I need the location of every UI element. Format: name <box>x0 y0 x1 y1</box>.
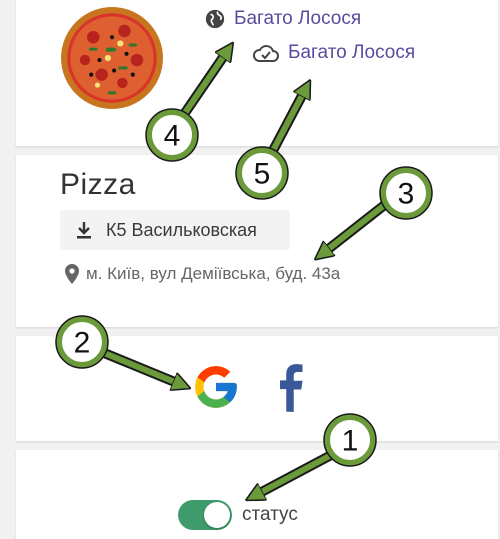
social-card <box>16 336 498 441</box>
cloud-link[interactable]: Багато Лосося <box>252 42 415 64</box>
toggle-knob <box>204 502 230 528</box>
pizza-logo <box>61 7 163 109</box>
status-toggle[interactable] <box>178 500 232 530</box>
globe-icon <box>205 9 225 29</box>
cloud-check-icon <box>253 45 279 62</box>
website-link[interactable]: Багато Лосося <box>204 8 361 30</box>
website-link-label: Багато Лосося <box>234 8 362 29</box>
download-icon <box>77 222 91 239</box>
google-logo-icon[interactable] <box>191 362 241 412</box>
restaurant-name: Pizza <box>60 168 136 201</box>
address-line: м. Київ, вул Деміївська, буд. 43а <box>64 264 340 284</box>
cloud-link-label: Багато Лосося <box>288 42 416 63</box>
branch-chip[interactable]: К5 Васильковская <box>60 210 290 250</box>
facebook-logo-icon[interactable] <box>272 362 308 412</box>
status-label: статус <box>242 504 298 525</box>
branch-label: К5 Васильковская <box>106 219 257 240</box>
location-pin-icon <box>65 264 79 284</box>
address-label: м. Київ, вул Деміївська, буд. 43а <box>86 264 341 283</box>
